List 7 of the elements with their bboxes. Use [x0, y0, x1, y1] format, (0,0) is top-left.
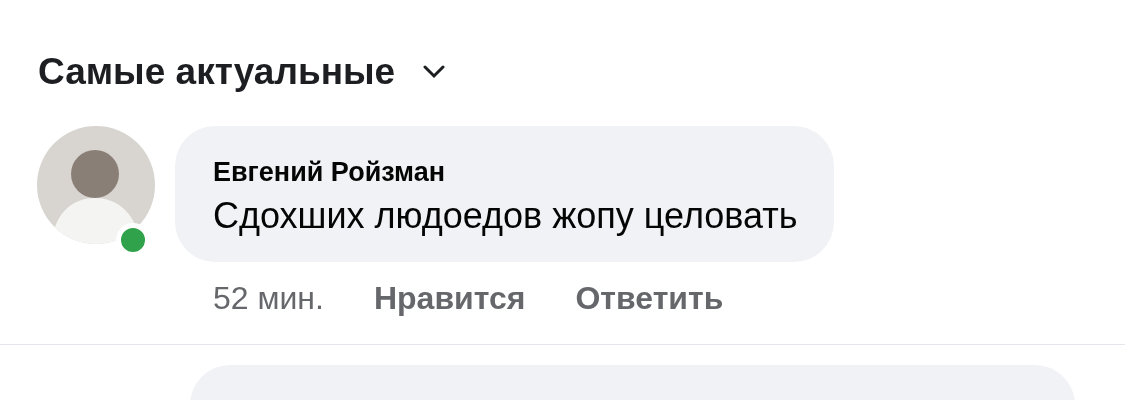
sort-label: Самые актуальные	[38, 50, 396, 94]
comment-action[interactable]: Ответить	[575, 274, 724, 323]
comment-text: Сдохших людоедов жопу целовать	[213, 194, 798, 239]
comment-action[interactable]: Нравится	[373, 274, 526, 323]
comment-time[interactable]: 52 мин.	[213, 274, 324, 323]
author-name[interactable]: Евгений Ройзман	[213, 155, 798, 190]
chevron-down-icon[interactable]	[423, 64, 446, 79]
